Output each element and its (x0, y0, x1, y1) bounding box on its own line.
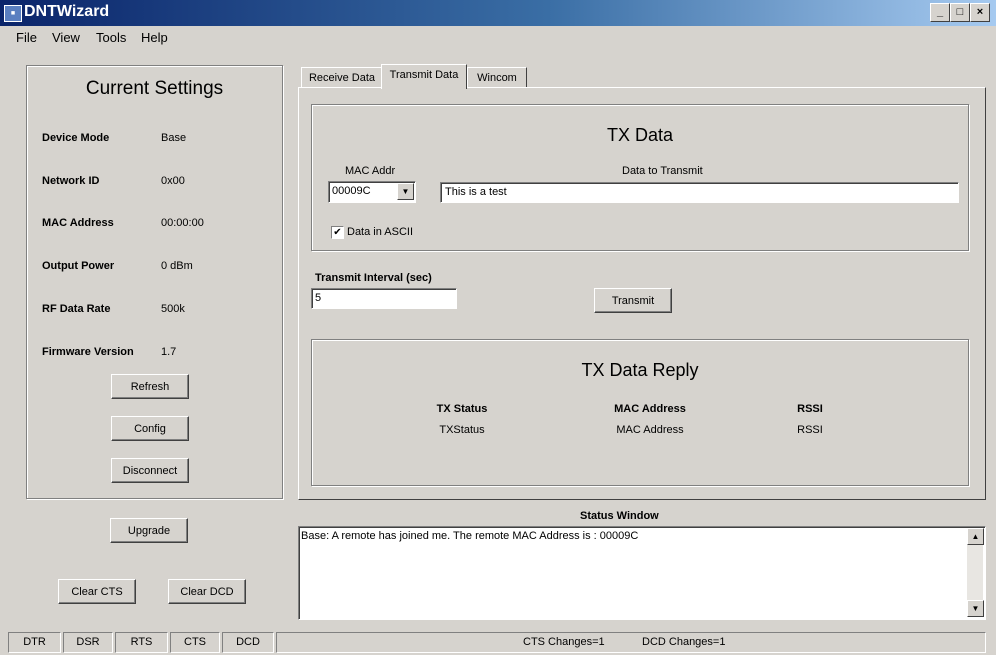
rf-data-rate-value: 500k (161, 303, 185, 315)
maximize-icon[interactable]: □ (950, 3, 970, 22)
close-icon[interactable]: × (970, 3, 990, 22)
dsr-indicator: DSR (63, 632, 113, 653)
current-settings-panel: Current Settings Device Mode Base Networ… (26, 65, 283, 499)
tx-status-value: TXStatus (439, 424, 485, 436)
current-settings-title: Current Settings (85, 78, 224, 99)
transmit-interval-input[interactable]: 5 (311, 288, 457, 309)
transmit-button[interactable]: Transmit (594, 288, 672, 313)
tx-data-reply-title: TX Data Reply (581, 360, 699, 380)
tab-wincom[interactable]: Wincom (467, 67, 527, 88)
clear-dcd-button[interactable]: Clear DCD (168, 579, 246, 604)
output-power-value: 0 dBm (161, 260, 193, 272)
output-power-label: Output Power (42, 260, 115, 272)
data-in-ascii-label: Data in ASCII (347, 226, 414, 238)
rf-data-rate-label: RF Data Rate (42, 303, 111, 315)
tx-status-header: TX Status (436, 403, 488, 415)
status-bar-message: CTS Changes=1 DCD Changes=1 (276, 632, 986, 653)
menu-view[interactable]: View (52, 30, 80, 45)
menu-tools[interactable]: Tools (96, 30, 126, 45)
dtr-indicator: DTR (8, 632, 61, 653)
menu-file[interactable]: File (16, 30, 37, 45)
data-to-transmit-label: Data to Transmit (622, 165, 703, 177)
mac-address-value: 00:00:00 (161, 217, 204, 229)
cts-indicator: CTS (170, 632, 220, 653)
mac-address-value: MAC Address (616, 424, 684, 436)
scroll-down-icon[interactable]: ▼ (967, 600, 984, 617)
data-to-transmit-value: This is a test (445, 186, 507, 198)
firmware-version-value: 1.7 (161, 346, 177, 358)
tx-data-title: TX Data (606, 125, 674, 145)
tab-receive-data[interactable]: Receive Data (301, 67, 383, 88)
tab-transmit-data[interactable]: Transmit Data (381, 64, 467, 89)
menu-help[interactable]: Help (141, 30, 168, 45)
network-id-value: 0x00 (161, 175, 185, 187)
window-title: DNTWizard (24, 3, 110, 20)
rssi-value: RSSI (797, 424, 823, 436)
status-window-textarea[interactable]: Base: A remote has joined me. The remote… (298, 526, 986, 620)
network-id-label: Network ID (42, 175, 100, 187)
mac-addr-select[interactable]: 00009C ▼ (328, 181, 416, 203)
transmit-interval-label: Transmit Interval (sec) (315, 272, 432, 284)
dcd-changes-text: DCD Changes=1 (642, 636, 726, 648)
config-button[interactable]: Config (111, 416, 189, 441)
tx-data-reply-panel: TX Data Reply TX Status MAC Address RSSI… (311, 339, 969, 486)
transmit-interval-value: 5 (315, 292, 322, 304)
minimize-icon[interactable]: _ (930, 3, 950, 22)
device-mode-label: Device Mode (42, 132, 110, 144)
device-mode-value: Base (161, 132, 187, 144)
data-in-ascii-checkbox[interactable]: ✔ (331, 226, 344, 239)
app-icon: ■ (4, 5, 22, 22)
chevron-down-icon[interactable]: ▼ (397, 183, 414, 200)
title-bar[interactable]: ■ DNTWizard _ □ × (0, 0, 996, 26)
mac-addr-label: MAC Addr (345, 165, 396, 177)
vertical-scrollbar[interactable]: ▲ ▼ (967, 528, 984, 617)
firmware-version-label: Firmware Version (42, 346, 134, 358)
rts-indicator: RTS (115, 632, 168, 653)
mac-address-label: MAC Address (42, 217, 114, 229)
transmit-data-tab-page: TX Data MAC Addr 00009C ▼ Data to Transm… (298, 87, 986, 500)
data-to-transmit-input[interactable]: This is a test (440, 182, 959, 203)
scroll-up-icon[interactable]: ▲ (967, 528, 984, 545)
status-window-text: Base: A remote has joined me. The remote… (301, 530, 639, 542)
tx-data-panel: TX Data MAC Addr 00009C ▼ Data to Transm… (311, 104, 969, 251)
dcd-indicator: DCD (222, 632, 274, 653)
mac-addr-value: 00009C (332, 185, 371, 197)
refresh-button[interactable]: Refresh (111, 374, 189, 399)
upgrade-button[interactable]: Upgrade (110, 518, 188, 543)
clear-cts-button[interactable]: Clear CTS (58, 579, 136, 604)
status-window-title: Status Window (580, 510, 659, 522)
cts-changes-text: CTS Changes=1 (523, 636, 605, 648)
mac-address-header: MAC Address (614, 403, 686, 415)
rssi-header: RSSI (797, 403, 823, 415)
disconnect-button[interactable]: Disconnect (111, 458, 189, 483)
